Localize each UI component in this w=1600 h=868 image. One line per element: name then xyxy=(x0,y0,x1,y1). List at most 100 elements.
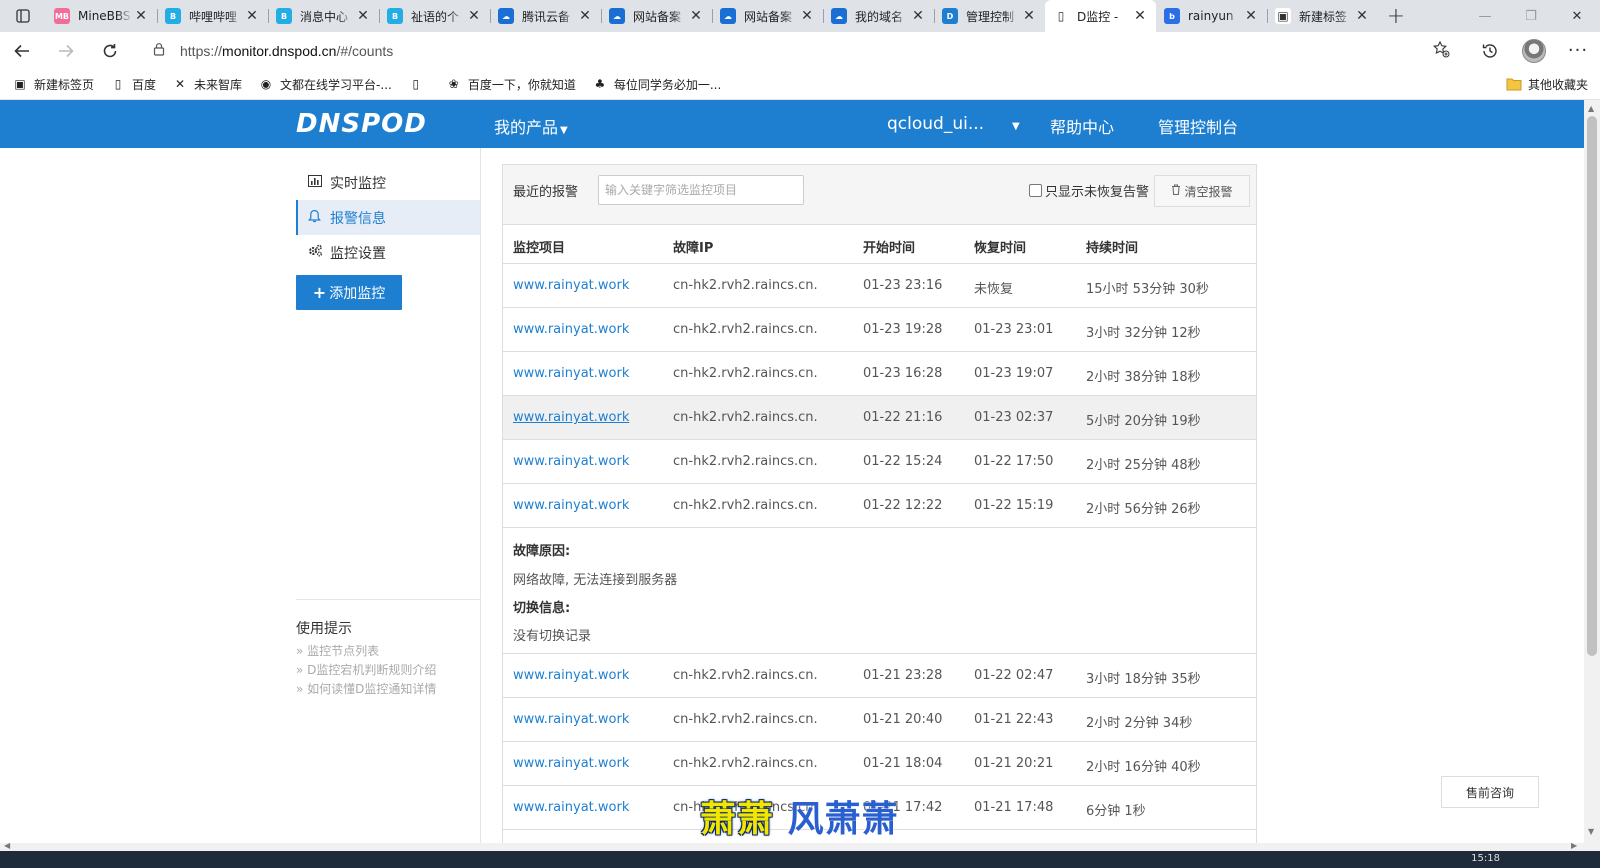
browser-tab[interactable]: MB MineBBS ✕ xyxy=(46,0,157,32)
bookmark-item[interactable]: ◉ 文都在线学习平台-... xyxy=(258,76,392,93)
monitor-item-link[interactable]: www.rainyat.work xyxy=(513,756,629,771)
bookmark-item[interactable]: ▯ xyxy=(408,76,430,92)
browser-tab[interactable]: ☁ 网站备案 ✕ xyxy=(601,0,712,32)
scroll-left-icon[interactable]: ◀ xyxy=(4,841,10,850)
presale-consult-button[interactable]: 售前咨询 xyxy=(1441,776,1539,808)
monitor-item-link[interactable]: www.rainyat.work xyxy=(513,800,629,815)
help-center-link[interactable]: 帮助中心 xyxy=(1050,114,1114,138)
table-header: 监控项目 故障IP 开始时间 恢复时间 持续时间 xyxy=(503,225,1256,264)
tab-favicon-icon: B xyxy=(387,8,403,24)
back-button[interactable] xyxy=(0,32,44,69)
tab-close-icon[interactable]: ✕ xyxy=(799,8,815,24)
alert-row[interactable]: www.rainyat.work cn-hk2.rvh2.raincs.cn. 01… xyxy=(503,742,1256,786)
url-field[interactable]: https://monitor.dnspod.cn/#/counts xyxy=(140,36,1462,66)
minimize-icon[interactable]: — xyxy=(1462,0,1508,32)
tab-title: 网站备案 xyxy=(633,9,682,24)
alert-row[interactable]: www.rainyat.work cn-hk2.rvh2.raincs.cn. 01… xyxy=(503,440,1256,484)
tab-close-icon[interactable]: ✕ xyxy=(1021,8,1037,24)
tab-actions-icon[interactable] xyxy=(0,0,46,32)
bookmark-other-folder[interactable]: 其他收藏夹 xyxy=(1506,76,1588,93)
refresh-button[interactable] xyxy=(88,32,132,69)
bookmark-item[interactable]: ♣ 每位同学务必加一... xyxy=(592,76,721,93)
tab-close-icon[interactable]: ✕ xyxy=(355,8,371,24)
browser-tab[interactable]: ☁ 我的域名 ✕ xyxy=(823,0,934,32)
recover-time: 01-23 02:37 xyxy=(974,410,1054,425)
account-caret-icon[interactable]: ▼ xyxy=(1010,114,1020,133)
alert-row[interactable]: www.rainyat.work cn-hk2.rvh2.raincs.cn. 01… xyxy=(503,396,1256,440)
clear-alerts-button[interactable]: 清空报警 xyxy=(1154,175,1250,207)
lock-icon[interactable] xyxy=(152,42,166,60)
bookmark-item[interactable]: ▯ 百度 xyxy=(110,76,156,93)
browser-tab[interactable]: ▣ 新建标签 ✕ xyxy=(1267,0,1378,32)
browser-tab[interactable]: D 管理控制 ✕ xyxy=(934,0,1045,32)
alert-row[interactable]: www.rainyat.work cn-hk2.rvh2.raincs.cn. 01… xyxy=(503,654,1256,698)
add-monitor-button[interactable]: + 添加监控 xyxy=(296,275,402,310)
alert-row[interactable]: www.rainyat.work cn-hk2.rvh2.raincs.cn. 01… xyxy=(503,264,1256,308)
bookmark-item[interactable]: ❀ 百度一下，你就知道 xyxy=(446,76,576,93)
alert-row[interactable]: www.rainyat.work cn-hk2.rvh2.raincs.cn. 01… xyxy=(503,484,1256,528)
sidebar-item-settings[interactable]: 监控设置 xyxy=(296,235,480,270)
start-time: 01-21 20:40 xyxy=(863,712,943,727)
sidebar-item-alerts[interactable]: 报警信息 xyxy=(296,200,480,235)
new-tab-button[interactable]: + xyxy=(1378,0,1414,32)
monitor-item-link[interactable]: www.rainyat.work xyxy=(513,366,629,381)
monitor-item-link[interactable]: www.rainyat.work xyxy=(513,278,629,293)
tab-close-icon[interactable]: ✕ xyxy=(1243,8,1259,24)
monitor-item-link[interactable]: www.rainyat.work xyxy=(513,668,629,683)
sidebar-item-label: 实时监控 xyxy=(330,175,386,192)
checkbox-box[interactable] xyxy=(1029,184,1042,197)
tab-close-icon[interactable]: ✕ xyxy=(910,8,926,24)
sidebar-item-realtime[interactable]: 实时监控 xyxy=(296,165,480,200)
tab-close-icon[interactable]: ✕ xyxy=(466,8,482,24)
monitor-item-link[interactable]: www.rainyat.work xyxy=(513,712,629,727)
browser-tab[interactable]: B 哔哩哔哩 ✕ xyxy=(157,0,268,32)
browser-tab[interactable]: B 消息中心 ✕ xyxy=(268,0,379,32)
tip-link[interactable]: » 如何读懂D监控通知详情 xyxy=(296,680,436,699)
scroll-up-icon[interactable]: ▲ xyxy=(1588,104,1594,113)
tab-close-icon[interactable]: ✕ xyxy=(244,8,260,24)
bookmark-item[interactable]: ▣ 新建标签页 xyxy=(12,76,94,93)
console-link[interactable]: 管理控制台 xyxy=(1158,114,1238,138)
bookmark-label: 其他收藏夹 xyxy=(1527,77,1588,92)
monitor-item-link[interactable]: www.rainyat.work xyxy=(513,454,629,469)
browser-tab[interactable]: B 祉语的个 ✕ xyxy=(379,0,490,32)
tips-title: 使用提示 xyxy=(296,621,352,637)
monitor-item-link[interactable]: www.rainyat.work xyxy=(513,322,629,337)
horizontal-scrollbar[interactable]: ◀ ▶ xyxy=(0,841,1584,851)
tab-close-icon[interactable]: ✕ xyxy=(577,8,593,24)
alert-search-input[interactable] xyxy=(598,175,804,205)
dnspod-logo[interactable]: DNSPOD xyxy=(296,109,427,139)
monitor-item-link[interactable]: www.rainyat.work xyxy=(513,410,629,425)
restore-icon[interactable]: ❐ xyxy=(1508,0,1554,32)
history-icon[interactable] xyxy=(1468,32,1512,69)
browser-tab[interactable]: b rainyun ✕ xyxy=(1156,0,1267,32)
tab-close-icon[interactable]: ✕ xyxy=(1132,8,1148,24)
tip-link[interactable]: » D监控宕机判断规则介绍 xyxy=(296,661,436,680)
profile-avatar[interactable] xyxy=(1512,32,1556,69)
tip-link[interactable]: » 监控节点列表 xyxy=(296,642,436,661)
recover-time: 01-21 22:43 xyxy=(974,712,1054,727)
browser-tab[interactable]: ▯ D监控 - ✕ xyxy=(1045,0,1156,32)
tab-close-icon[interactable]: ✕ xyxy=(133,8,149,24)
tab-close-icon[interactable]: ✕ xyxy=(1354,8,1370,24)
browser-tab[interactable]: ☁ 腾讯云备 ✕ xyxy=(490,0,601,32)
close-window-icon[interactable]: ✕ xyxy=(1554,0,1600,32)
scroll-right-icon[interactable]: ▶ xyxy=(1571,841,1577,850)
bookmark-item[interactable]: ✕ 未来智库 xyxy=(172,76,242,93)
vertical-scrollbar[interactable]: ▲ ▼ xyxy=(1584,100,1600,851)
forward-button[interactable] xyxy=(44,32,88,69)
tab-close-icon[interactable]: ✕ xyxy=(688,8,704,24)
alert-row[interactable]: www.rainyat.work cn-hk2.rvh2.raincs.cn. 01… xyxy=(503,308,1256,352)
favorite-star-icon[interactable] xyxy=(1432,40,1450,62)
monitor-item-link[interactable]: www.rainyat.work xyxy=(513,498,629,513)
more-menu-icon[interactable]: ··· xyxy=(1556,32,1600,69)
scroll-down-icon[interactable]: ▼ xyxy=(1588,827,1594,836)
taskbar: 15:18 xyxy=(0,851,1600,868)
browser-tab[interactable]: ☁ 网站备案 ✕ xyxy=(712,0,823,32)
scroll-thumb[interactable] xyxy=(1587,116,1597,656)
only-unrecovered-checkbox[interactable]: 只显示未恢复告警 xyxy=(1029,181,1149,200)
my-products-menu[interactable]: 我的产品 ▼ xyxy=(494,114,568,138)
alert-row[interactable]: www.rainyat.work cn-hk2.rvh2.raincs.cn. 01… xyxy=(503,698,1256,742)
account-menu[interactable]: qcloud_ui... xyxy=(887,114,984,134)
alert-row[interactable]: www.rainyat.work cn-hk2.rvh2.raincs.cn. 01… xyxy=(503,352,1256,396)
